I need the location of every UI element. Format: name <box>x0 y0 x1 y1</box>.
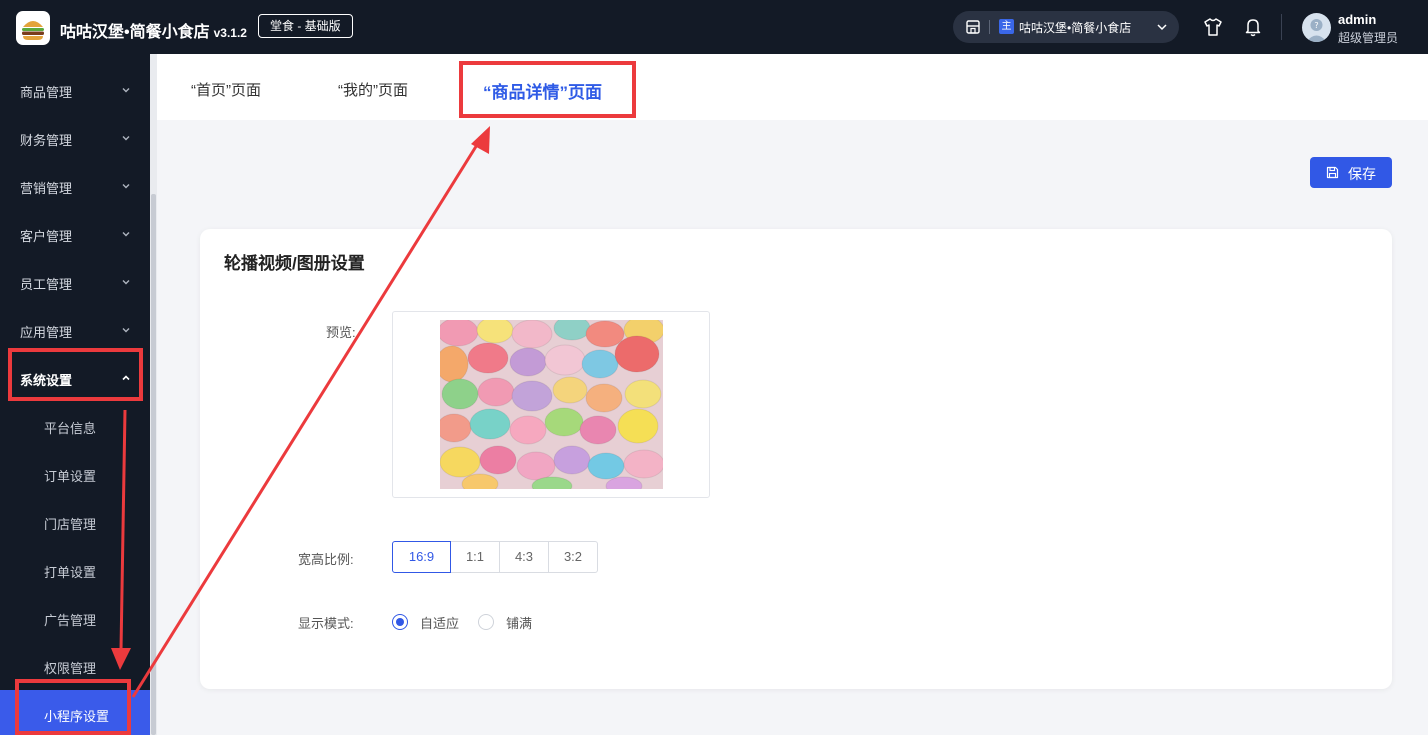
user-role: 超级管理员 <box>1338 31 1399 45</box>
card-title: 轮播视频/图册设置 <box>224 254 365 273</box>
radio-fill[interactable] <box>478 614 494 630</box>
sidebar-item-label: 营销管理 <box>20 181 73 196</box>
ratio-option-4-3[interactable]: 4:3 <box>499 541 549 573</box>
chevron-down-icon <box>122 280 130 285</box>
aspect-ratio-selector: 16:9 1:1 4:3 3:2 <box>392 541 598 573</box>
sidebar-item-label: 员工管理 <box>20 277 73 292</box>
annotation-box-system-settings <box>8 348 143 401</box>
sidebar-scrollbar[interactable] <box>150 54 157 735</box>
store-name: 咕咕汉堡•简餐小食店 <box>1019 21 1132 35</box>
sidebar-item-apps[interactable]: 应用管理 <box>0 306 150 354</box>
radio-fit[interactable] <box>392 614 408 630</box>
carousel-settings-card: 轮播视频/图册设置 预览: 宽高比例: 16:9 1:1 4:3 3:2 显示模… <box>200 229 1392 689</box>
svg-text:?: ? <box>1314 21 1318 30</box>
preview-macarons-image <box>440 320 663 489</box>
save-button-label: 保存 <box>1348 166 1376 182</box>
page-tabs: “首页”页面 “我的”页面 “商品详情”页面 <box>157 54 1428 120</box>
tab-mine-page[interactable]: “我的”页面 <box>338 79 408 100</box>
chevron-down-icon <box>122 328 130 333</box>
sidebar-subitem-order-settings[interactable]: 订单设置 <box>0 450 150 498</box>
scrollbar-thumb[interactable] <box>151 194 156 735</box>
sidebar-item-label: 应用管理 <box>20 325 73 340</box>
annotation-box-miniprogram-settings <box>15 679 131 735</box>
sidebar-subitem-ads[interactable]: 广告管理 <box>0 594 150 642</box>
chevron-down-icon <box>1157 24 1167 31</box>
sidebar-item-label: 商品管理 <box>20 85 73 100</box>
sidebar-item-label: 客户管理 <box>20 229 73 244</box>
chevron-down-icon <box>122 232 130 237</box>
app-title: 咕咕汉堡•简餐小食店 v3.1.2 <box>60 24 247 41</box>
ratio-option-16-9[interactable]: 16:9 <box>392 541 451 573</box>
radio-fit-label[interactable]: 自适应 <box>420 613 459 632</box>
save-icon <box>1326 166 1339 179</box>
save-button[interactable]: 保存 <box>1310 157 1392 188</box>
sidebar-item-products[interactable]: 商品管理 <box>0 66 150 114</box>
sidebar-item-finance[interactable]: 财务管理 <box>0 114 150 162</box>
sidebar-subitem-store-management[interactable]: 门店管理 <box>0 498 150 546</box>
preview-label: 预览: <box>326 325 356 340</box>
top-bar: 咕咕汉堡•简餐小食店 v3.1.2 堂食 - 基础版 主 咕咕汉堡•简餐小食店 ?… <box>0 0 1428 54</box>
sidebar-subitem-label: 门店管理 <box>44 517 97 532</box>
ratio-label: 宽高比例: <box>298 552 354 567</box>
annotation-box-product-detail-tab <box>459 61 636 118</box>
sidebar-item-customers[interactable]: 客户管理 <box>0 210 150 258</box>
store-tag-badge: 主 <box>999 19 1014 34</box>
sidebar-item-marketing[interactable]: 营销管理 <box>0 162 150 210</box>
sidebar-subitem-label: 权限管理 <box>44 661 97 676</box>
sidebar-subitem-platform-info[interactable]: 平台信息 <box>0 402 150 450</box>
sidebar-item-staff[interactable]: 员工管理 <box>0 258 150 306</box>
top-divider <box>1281 14 1282 40</box>
app-version: v3.1.2 <box>213 26 247 40</box>
store-icon <box>966 20 980 34</box>
logo-burger-icon <box>16 11 50 45</box>
preview-frame <box>392 311 710 498</box>
edition-badge[interactable]: 堂食 - 基础版 <box>258 14 353 38</box>
sidebar-subitem-label: 广告管理 <box>44 613 97 628</box>
chevron-down-icon <box>122 184 130 189</box>
sidebar-subitem-label: 打单设置 <box>44 565 97 580</box>
avatar[interactable]: ? <box>1302 13 1331 42</box>
sidebar-subitem-print-settings[interactable]: 打单设置 <box>0 546 150 594</box>
radio-fill-label[interactable]: 铺满 <box>506 613 532 632</box>
ratio-option-1-1[interactable]: 1:1 <box>450 541 500 573</box>
chevron-down-icon <box>122 88 130 93</box>
store-switcher[interactable]: 主 咕咕汉堡•简餐小食店 <box>953 11 1179 43</box>
user-name[interactable]: admin <box>1338 12 1376 27</box>
sidebar-subitem-label: 平台信息 <box>44 421 97 436</box>
shirt-icon[interactable] <box>1203 17 1223 37</box>
chevron-down-icon <box>122 136 130 141</box>
ratio-option-3-2[interactable]: 3:2 <box>548 541 598 573</box>
sidebar-subitem-label: 订单设置 <box>44 469 97 484</box>
bell-icon[interactable] <box>1244 17 1262 37</box>
display-mode-label: 显示模式: <box>298 616 354 631</box>
sidebar-item-label: 财务管理 <box>20 133 73 148</box>
tab-home-page[interactable]: “首页”页面 <box>191 79 261 100</box>
store-divider <box>989 20 990 34</box>
